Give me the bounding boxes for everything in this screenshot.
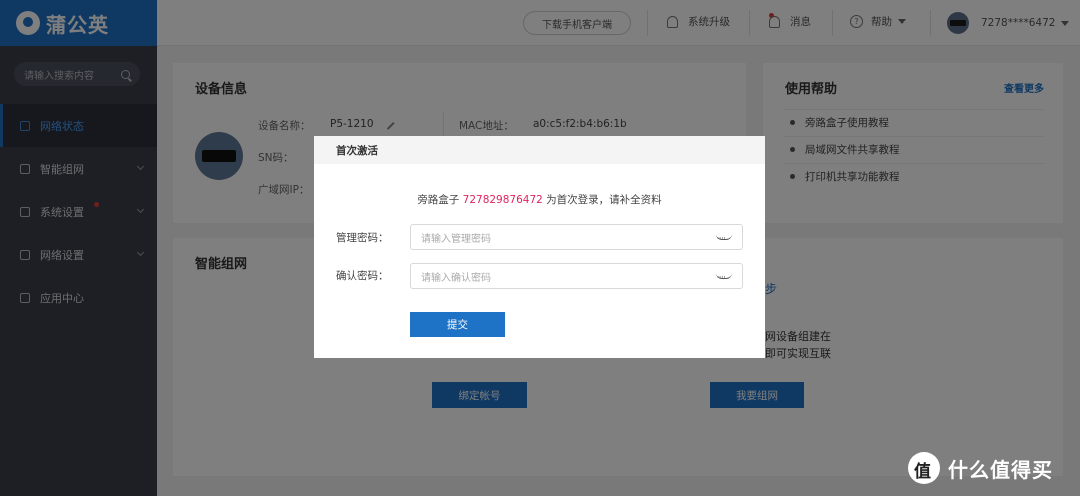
eye-closed-icon[interactable]: [716, 234, 732, 244]
confirm-password-label: 确认密码：: [336, 270, 389, 282]
confirm-placeholder: 请输入确认密码: [421, 272, 491, 284]
password-label: 管理密码：: [336, 232, 389, 244]
watermark-text: 什么值得买: [948, 457, 1053, 482]
submit-button[interactable]: 提交: [410, 312, 505, 337]
password-placeholder: 请输入管理密码: [421, 233, 491, 245]
dialog-title: 首次激活: [314, 136, 765, 164]
dialog-message: 旁路盒子 727829876472 为首次登录，请补全资料: [314, 192, 765, 207]
activation-dialog: 首次激活 旁路盒子 727829876472 为首次登录，请补全资料 管理密码：…: [314, 136, 765, 358]
watermark-logo-icon: [908, 452, 940, 484]
confirm-password-field[interactable]: 请输入确认密码: [410, 263, 743, 289]
password-field[interactable]: 请输入管理密码: [410, 224, 743, 250]
info-suffix: 为首次登录，请补全资料: [546, 194, 662, 206]
device-id: 727829876472: [462, 194, 543, 206]
eye-closed-icon[interactable]: [716, 273, 732, 283]
watermark: 什么值得买: [908, 452, 1053, 484]
info-prefix: 旁路盒子: [417, 194, 460, 206]
